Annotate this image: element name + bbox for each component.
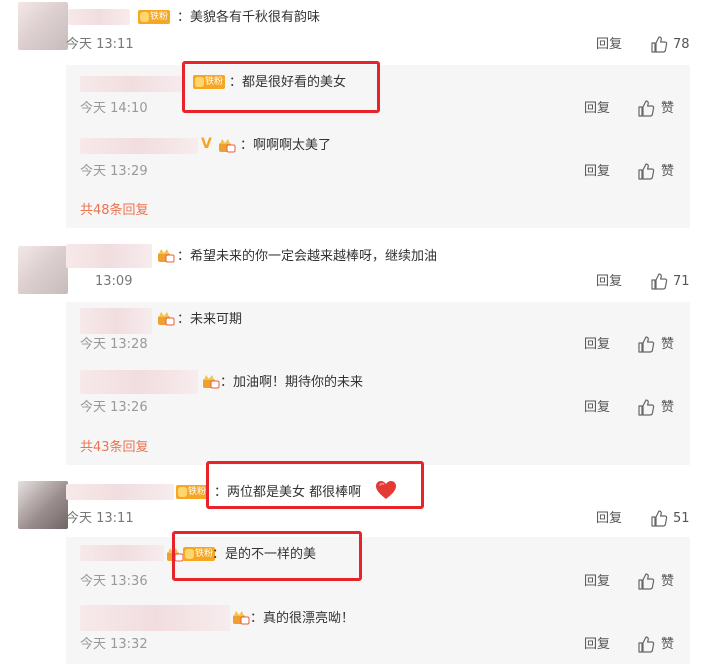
reply-time: 今天 14:10 — [80, 101, 148, 116]
reply-button[interactable]: 回复 — [584, 399, 610, 416]
highlight-box — [172, 531, 362, 581]
more-replies-link[interactable]: 共43条回复 — [80, 439, 149, 456]
fan-badge: 铁粉 — [176, 485, 209, 499]
username-blurred[interactable] — [80, 545, 164, 561]
username-blurred[interactable] — [80, 76, 185, 92]
crown-icon — [156, 247, 176, 263]
thumbs-up-icon[interactable] — [637, 635, 655, 653]
avatar[interactable] — [18, 2, 68, 50]
reply-time: 今天 13:28 — [80, 337, 148, 352]
reply-time: 今天 13:29 — [80, 164, 148, 179]
crown-icon — [231, 609, 251, 625]
reply-time: 今天 13:36 — [80, 574, 148, 589]
reply-button[interactable]: 回复 — [596, 273, 622, 290]
thumbs-up-icon[interactable] — [650, 509, 668, 527]
comment-text: ：美貌各有千秋很有韵味 — [177, 10, 321, 25]
username-blurred[interactable] — [80, 370, 198, 394]
thumbs-up-icon[interactable] — [637, 398, 655, 416]
reply-text: ：啊啊啊太美了 — [240, 138, 332, 153]
like-count: 78 — [673, 37, 690, 52]
like-label[interactable]: 赞 — [661, 163, 674, 180]
reply-button[interactable]: 回复 — [584, 573, 610, 590]
reply-text: ：未来可期 — [177, 312, 243, 327]
avatar[interactable] — [18, 481, 68, 529]
thumbs-up-icon[interactable] — [650, 35, 668, 53]
thumbs-up-icon[interactable] — [637, 99, 655, 117]
reply-button[interactable]: 回复 — [584, 163, 610, 180]
reply-button[interactable]: 回复 — [596, 36, 622, 53]
fan-badge: 铁粉 — [138, 10, 171, 24]
reply-time: 今天 13:32 — [80, 637, 148, 652]
reply-button[interactable]: 回复 — [584, 336, 610, 353]
username-blurred[interactable] — [80, 138, 198, 154]
crown-icon — [217, 137, 237, 153]
reply-button[interactable]: 回复 — [584, 100, 610, 117]
like-label[interactable]: 赞 — [661, 336, 674, 353]
reply-text: ：加油啊！期待你的未来 — [220, 375, 364, 390]
username-blurred[interactable] — [66, 244, 152, 268]
comment-time: 今天 13:11 — [66, 37, 134, 52]
comment-time: 13:09 — [95, 274, 133, 289]
comment-time: 今天 13:11 — [66, 511, 134, 526]
verified-icon: V — [201, 136, 212, 152]
more-replies-link[interactable]: 共48条回复 — [80, 202, 149, 219]
like-label[interactable]: 赞 — [661, 573, 674, 590]
thumbs-up-icon[interactable] — [637, 162, 655, 180]
username-blurred[interactable] — [68, 9, 130, 25]
thumbs-up-icon[interactable] — [650, 272, 668, 290]
highlight-box — [206, 461, 424, 509]
reply-button[interactable]: 回复 — [584, 636, 610, 653]
username-blurred[interactable] — [80, 308, 152, 334]
like-label[interactable]: 赞 — [661, 636, 674, 653]
username-blurred[interactable] — [80, 605, 230, 631]
username-blurred[interactable] — [66, 484, 174, 500]
reply-button[interactable]: 回复 — [596, 510, 622, 527]
like-label[interactable]: 赞 — [661, 100, 674, 117]
thumbs-up-icon[interactable] — [637, 335, 655, 353]
reply-text: ：真的很漂亮呦！ — [250, 611, 355, 626]
thumbs-up-icon[interactable] — [637, 572, 655, 590]
like-count: 71 — [673, 274, 690, 289]
reply-time: 今天 13:26 — [80, 400, 148, 415]
avatar[interactable] — [18, 246, 68, 294]
highlight-box — [182, 61, 380, 113]
like-label[interactable]: 赞 — [661, 399, 674, 416]
comment-text: ：希望未来的你一定会越来越棒呀，继续加油 — [177, 249, 438, 264]
crown-icon — [156, 310, 176, 326]
crown-icon — [201, 373, 221, 389]
like-count: 51 — [673, 511, 690, 526]
